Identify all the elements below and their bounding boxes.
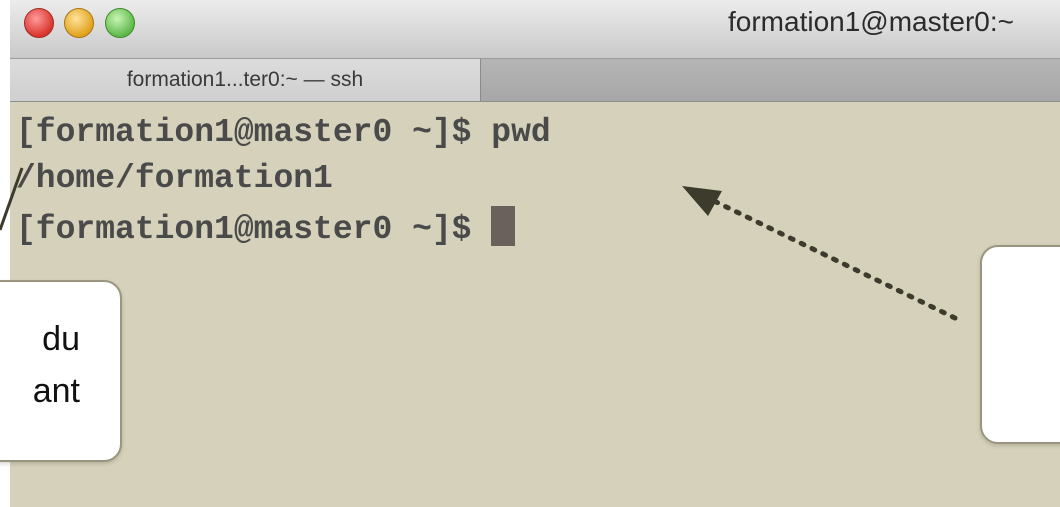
callout-arrows xyxy=(0,167,958,321)
arrow-head-icon xyxy=(682,186,722,216)
callout-right xyxy=(980,245,1060,444)
callout-left-line-2: ant xyxy=(32,372,80,410)
left-pointer-line xyxy=(0,167,24,231)
callout-left-line-1: du xyxy=(42,320,80,358)
callout-left: du ant xyxy=(0,280,122,462)
dotted-arrow-line xyxy=(709,197,958,321)
